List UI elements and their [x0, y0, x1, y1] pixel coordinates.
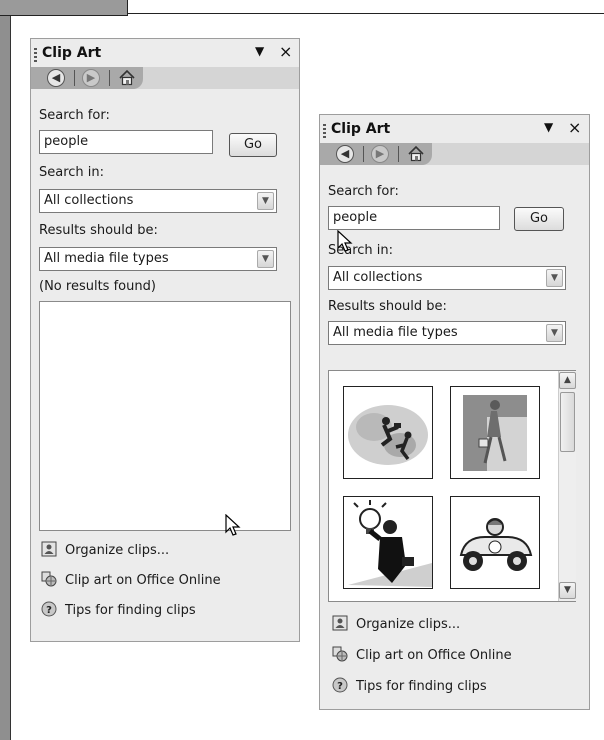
search-for-label: Search for:: [328, 184, 399, 199]
nav-separator: [363, 146, 364, 162]
tips-label: Tips for finding clips: [65, 603, 196, 618]
navigation-bar: ◀ ▶: [31, 67, 299, 89]
chevron-down-icon[interactable]: ▼: [257, 250, 274, 268]
go-button[interactable]: Go: [229, 133, 277, 157]
search-in-dropdown[interactable]: All collections ▼: [328, 266, 566, 290]
back-button[interactable]: ◀: [47, 69, 65, 87]
scroll-up-button[interactable]: ▲: [559, 372, 576, 389]
office-online-icon: [41, 571, 57, 587]
results-type-label: Results should be:: [39, 223, 158, 238]
go-button[interactable]: Go: [514, 207, 564, 231]
organize-clips-link[interactable]: Organize clips...: [332, 615, 460, 632]
results-area[interactable]: ▲ ▼: [328, 370, 576, 602]
results-area[interactable]: [39, 301, 291, 531]
svg-text:?: ?: [46, 605, 52, 616]
nav-separator: [74, 70, 75, 86]
tips-link[interactable]: ? Tips for finding clips: [41, 601, 196, 618]
search-input[interactable]: people: [328, 206, 500, 230]
chevron-down-icon[interactable]: ▼: [546, 324, 563, 342]
results-scrollbar[interactable]: ▲ ▼: [558, 371, 576, 601]
walking-woman-clip-icon: [463, 395, 527, 471]
business-people-clip-icon: [348, 405, 428, 465]
search-input[interactable]: people: [39, 130, 213, 154]
panel-menu-button[interactable]: ▼: [544, 120, 553, 134]
results-type-value: All media file types: [333, 325, 458, 340]
search-in-value: All collections: [44, 193, 134, 208]
drag-grip-icon[interactable]: [323, 124, 326, 138]
frame-left-edge: [0, 0, 11, 740]
nav-button-group: ◀ ▶: [31, 67, 143, 89]
clip-art-panel-right: Clip Art ▼ × ◀ ▶ Search for: people Go S…: [319, 114, 590, 710]
home-icon[interactable]: [118, 69, 136, 86]
office-online-icon: [332, 646, 348, 662]
panel-title: Clip Art: [42, 45, 102, 61]
tips-link[interactable]: ? Tips for finding clips: [332, 677, 487, 694]
nav-separator: [109, 70, 110, 86]
organize-clips-label: Organize clips...: [356, 617, 461, 632]
mouse-cursor-icon: [225, 514, 241, 536]
results-type-dropdown[interactable]: All media file types ▼: [328, 321, 566, 345]
race-car-clip-icon: [459, 518, 533, 571]
results-type-value: All media file types: [44, 251, 169, 266]
search-for-label: Search for:: [39, 108, 110, 123]
clip-art-panel-left: Clip Art ▼ × ◀ ▶ Search for: people Go S…: [30, 38, 300, 642]
mouse-cursor-icon: [337, 230, 353, 252]
chevron-down-icon[interactable]: ▼: [257, 192, 274, 210]
tips-label: Tips for finding clips: [356, 679, 487, 694]
panel-titlebar: Clip Art ▼ ×: [31, 39, 299, 67]
panel-titlebar: Clip Art ▼ ×: [320, 115, 589, 143]
clip-thumbnail-business-people[interactable]: [343, 386, 433, 479]
clip-thumbnail-walking-woman[interactable]: [450, 386, 540, 479]
search-in-dropdown[interactable]: All collections ▼: [39, 189, 277, 213]
forward-button[interactable]: ▶: [371, 145, 389, 163]
office-online-link[interactable]: Clip art on Office Online: [332, 646, 512, 663]
home-icon[interactable]: [407, 145, 425, 162]
office-online-label: Clip art on Office Online: [356, 648, 512, 663]
search-in-value: All collections: [333, 270, 423, 285]
help-icon: ?: [41, 601, 57, 617]
office-online-label: Clip art on Office Online: [65, 573, 221, 588]
drag-grip-icon[interactable]: [34, 48, 37, 62]
forward-button[interactable]: ▶: [82, 69, 100, 87]
help-icon: ?: [332, 677, 348, 693]
scroll-down-button[interactable]: ▼: [559, 582, 576, 599]
navigation-bar: ◀ ▶: [320, 143, 589, 165]
clip-thumbnail-lightbulb-idea[interactable]: [343, 496, 433, 589]
chevron-down-icon[interactable]: ▼: [546, 269, 563, 287]
search-in-label: Search in:: [39, 165, 105, 180]
nav-button-group: ◀ ▶: [320, 143, 432, 165]
panel-title: Clip Art: [331, 121, 391, 137]
organize-clips-link[interactable]: Organize clips...: [41, 541, 169, 558]
svg-text:?: ?: [337, 681, 343, 692]
nav-separator: [398, 146, 399, 162]
results-type-label: Results should be:: [328, 299, 447, 314]
organize-clips-icon: [332, 615, 348, 631]
scrollbar-thumb[interactable]: [560, 392, 575, 452]
office-online-link[interactable]: Clip art on Office Online: [41, 571, 221, 588]
frame-corner-tab: [0, 0, 128, 16]
panel-menu-button[interactable]: ▼: [255, 44, 264, 58]
close-button[interactable]: ×: [568, 118, 581, 137]
back-button[interactable]: ◀: [336, 145, 354, 163]
organize-clips-icon: [41, 541, 57, 557]
clip-thumbnail-race-car[interactable]: [450, 496, 540, 589]
no-results-status: (No results found): [39, 279, 156, 294]
organize-clips-label: Organize clips...: [65, 543, 170, 558]
lightbulb-idea-clip-icon: [348, 500, 432, 587]
close-button[interactable]: ×: [279, 42, 292, 61]
results-type-dropdown[interactable]: All media file types ▼: [39, 247, 277, 271]
